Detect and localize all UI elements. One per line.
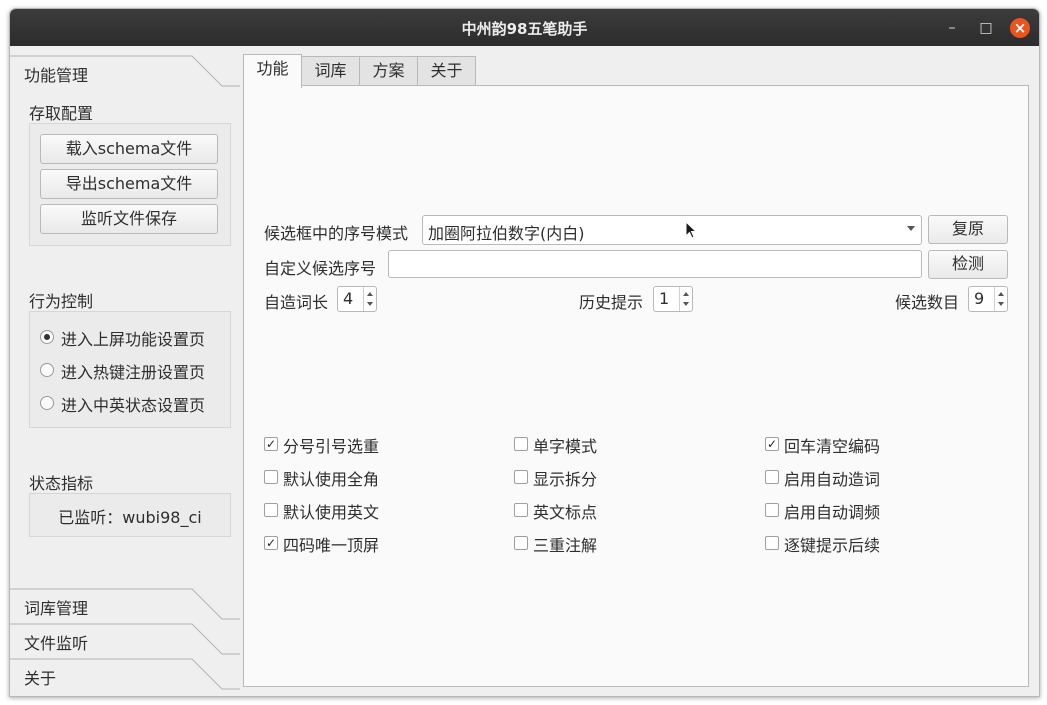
tab-function[interactable]: 功能	[243, 54, 302, 88]
spin-value: 1	[659, 289, 670, 308]
spin-value: 9	[974, 289, 985, 308]
status-group: 已监听：wubi98_ci	[29, 493, 231, 537]
watch-file-save-button[interactable]: 监听文件保存	[40, 204, 218, 234]
checkbox-unchecked-icon[interactable]	[514, 470, 528, 484]
arrow-up-icon[interactable]	[367, 292, 373, 296]
spin-value: 4	[343, 289, 354, 308]
toolbox-page-label: 文件监听	[24, 634, 89, 653]
spin-arrows[interactable]	[363, 287, 376, 311]
word-length-label: 自造词长	[264, 293, 329, 312]
radio-label: 进入热键注册设置页	[61, 363, 206, 382]
index-mode-value: 加圈阿拉伯数字(内白)	[428, 224, 585, 243]
checkbox-label: 显示拆分	[533, 470, 598, 489]
function-panel: 候选框中的序号模式 加圈阿拉伯数字(内白) 复原 自定义候选序号 检测 自造词长…	[243, 85, 1029, 687]
radio-selected-icon[interactable]	[40, 330, 54, 344]
arrow-down-icon[interactable]	[998, 302, 1004, 306]
config-group: 载入schema文件 导出schema文件 监听文件保存	[29, 123, 231, 246]
detect-button[interactable]: 检测	[928, 250, 1008, 279]
checkbox-label: 启用自动调频	[784, 503, 881, 522]
behavior-group-title: 行为控制	[29, 292, 94, 311]
radio-label: 进入上屏功能设置页	[61, 330, 206, 349]
reset-button[interactable]: 复原	[928, 215, 1008, 244]
config-group-title: 存取配置	[29, 104, 94, 123]
candidate-count-spinbox[interactable]: 9	[968, 286, 1008, 312]
checkbox-label: 默认使用全角	[283, 470, 380, 489]
app-window: 中州韵98五笔助手 – □ × 功能管理 存取配置 载入schema文件 导出s…	[9, 8, 1040, 697]
export-schema-button[interactable]: 导出schema文件	[40, 169, 218, 199]
custom-index-label: 自定义候选序号	[264, 259, 377, 278]
word-length-spinbox[interactable]: 4	[337, 286, 377, 312]
checkbox-label: 逐键提示后续	[784, 536, 881, 555]
toolbox-page-about[interactable]: 关于	[10, 658, 240, 692]
checkbox-label: 四码唯一顶屏	[283, 536, 380, 555]
close-icon[interactable]: ×	[1010, 18, 1030, 38]
history-hint-label: 历史提示	[579, 293, 644, 312]
watch-status-text: 已监听：wubi98_ci	[58, 508, 202, 527]
tab-dictionary[interactable]: 词库	[301, 56, 360, 87]
checkbox-checked-icon[interactable]: ✓	[264, 536, 278, 550]
title-bar[interactable]: 中州韵98五笔助手 – □ ×	[10, 9, 1039, 46]
radio-unselected-icon[interactable]	[40, 396, 54, 410]
arrow-down-icon[interactable]	[683, 302, 689, 306]
index-mode-select[interactable]: 加圈阿拉伯数字(内白)	[422, 215, 922, 245]
checkbox-unchecked-icon[interactable]	[514, 437, 528, 451]
toolbox-page-label: 功能管理	[24, 66, 89, 85]
checkbox-label: 分号引号选重	[283, 437, 380, 456]
arrow-down-icon[interactable]	[367, 302, 373, 306]
checkbox-unchecked-icon[interactable]	[765, 503, 779, 517]
index-mode-label: 候选框中的序号模式	[264, 224, 409, 243]
checkbox-unchecked-icon[interactable]	[264, 503, 278, 517]
custom-index-input[interactable]	[388, 250, 922, 278]
toolbox-page-label: 关于	[24, 669, 57, 688]
spin-arrows[interactable]	[994, 287, 1007, 311]
arrow-up-icon[interactable]	[998, 292, 1004, 296]
checkbox-label: 英文标点	[533, 503, 598, 522]
tab-about[interactable]: 关于	[417, 56, 476, 87]
window-title: 中州韵98五笔助手	[461, 20, 588, 38]
load-schema-button[interactable]: 载入schema文件	[40, 134, 218, 164]
maximize-icon[interactable]: □	[976, 18, 996, 38]
checkbox-label: 三重注解	[533, 536, 598, 555]
toolbox-page-dictionary[interactable]: 词库管理	[10, 588, 240, 622]
checkbox-label: 默认使用英文	[283, 503, 380, 522]
toolbox-page-file-watch[interactable]: 文件监听	[10, 623, 240, 657]
checkbox-checked-icon[interactable]: ✓	[264, 437, 278, 451]
behavior-group: 进入上屏功能设置页 进入热键注册设置页 进入中英状态设置页	[29, 311, 231, 428]
checkbox-label: 回车清空编码	[784, 437, 881, 456]
arrow-up-icon[interactable]	[683, 292, 689, 296]
chevron-down-icon[interactable]	[907, 226, 915, 231]
checkbox-unchecked-icon[interactable]	[765, 536, 779, 550]
radio-label: 进入中英状态设置页	[61, 396, 206, 415]
radio-unselected-icon[interactable]	[40, 363, 54, 377]
toolbox-page-label: 词库管理	[24, 599, 89, 618]
mouse-cursor-icon	[685, 221, 698, 239]
checkbox-unchecked-icon[interactable]	[264, 470, 278, 484]
tab-scheme[interactable]: 方案	[359, 56, 418, 87]
history-hint-spinbox[interactable]: 1	[653, 286, 693, 312]
checkbox-unchecked-icon[interactable]	[514, 536, 528, 550]
minimize-icon[interactable]: –	[942, 18, 962, 38]
spin-arrows[interactable]	[679, 287, 692, 311]
checkbox-label: 启用自动造词	[784, 470, 881, 489]
checkbox-checked-icon[interactable]: ✓	[765, 437, 779, 451]
candidate-count-label: 候选数目	[895, 293, 960, 312]
toolbox-page-function[interactable]: 功能管理	[10, 55, 240, 89]
status-group-title: 状态指标	[29, 474, 94, 493]
checkbox-label: 单字模式	[533, 437, 598, 456]
checkbox-unchecked-icon[interactable]	[514, 503, 528, 517]
checkbox-unchecked-icon[interactable]	[765, 470, 779, 484]
